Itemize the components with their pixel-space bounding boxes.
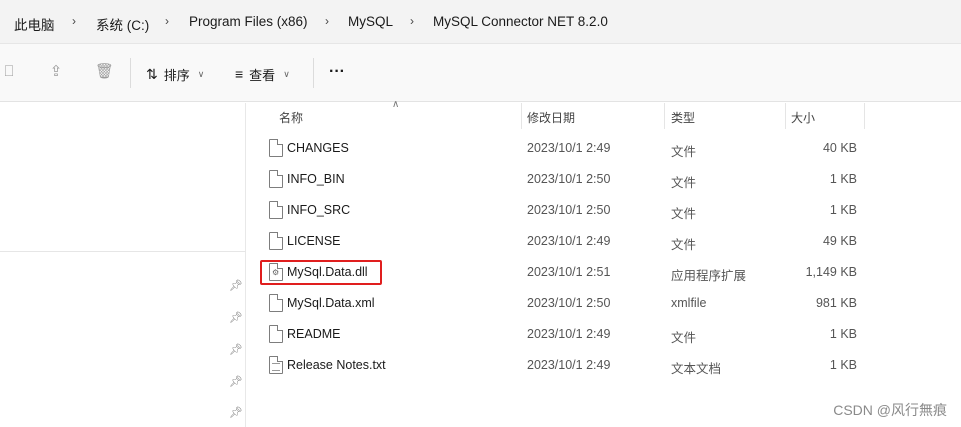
file-size: 1 KB: [829, 203, 857, 217]
pin-icon[interactable]: 📌︎: [229, 279, 243, 293]
sort-button[interactable]: ⇅ 排序 ∨: [146, 64, 204, 84]
file-type: 应用程序扩展: [671, 269, 747, 283]
column-header-name[interactable]: 名称: [279, 109, 303, 126]
file-date: 2023/10/1 2:50: [527, 203, 611, 217]
column-header-date[interactable]: 修改日期: [527, 109, 575, 126]
view-icon: ≡: [235, 66, 244, 82]
command-toolbar: ⎕ ⇪ 🗑︎ ⇅ 排序 ∨ ≡ 查看 ∨ ···: [0, 44, 961, 102]
gear-icon: ⚙: [272, 268, 280, 277]
file-icon: [269, 201, 283, 219]
file-type: 文件: [671, 331, 697, 345]
file-size: 1 KB: [829, 172, 857, 186]
file-row-selected[interactable]: ⚙ MySql.Data.dll 2023/10/1 2:51 应用程序扩展 1…: [247, 257, 961, 288]
file-type: xmlfile: [671, 296, 707, 310]
file-date: 2023/10/1 2:49: [527, 327, 611, 341]
file-date: 2023/10/1 2:49: [527, 234, 611, 248]
nav-divider: [0, 251, 246, 252]
file-row[interactable]: README 2023/10/1 2:49 文件 1 KB: [247, 319, 961, 350]
file-type: 文件: [671, 207, 697, 221]
file-size: 1 KB: [829, 358, 857, 372]
chevron-down-icon: ∨: [283, 68, 290, 79]
address-bar[interactable]: 此电脑 › 系统 (C:) › Program Files (x86) › My…: [0, 0, 961, 44]
file-date: 2023/10/1 2:49: [527, 358, 611, 372]
file-name: MySql.Data.dll: [287, 265, 368, 279]
pin-icon[interactable]: 📌︎: [229, 311, 243, 325]
column-divider[interactable]: [664, 103, 665, 129]
file-name: MySql.Data.xml: [287, 296, 375, 310]
file-type: 文件: [671, 238, 697, 252]
view-label: 查看: [249, 67, 276, 83]
file-row[interactable]: Release Notes.txt 2023/10/1 2:49 文本文档 1 …: [247, 350, 961, 381]
sort-icon: ⇅: [146, 65, 158, 82]
file-row[interactable]: LICENSE 2023/10/1 2:49 文件 49 KB: [247, 226, 961, 257]
toolbar-divider: [313, 58, 314, 88]
breadcrumb-drive-c[interactable]: 系统 (C:): [96, 14, 149, 34]
chevron-right-icon[interactable]: ›: [165, 14, 169, 28]
file-row[interactable]: INFO_BIN 2023/10/1 2:50 文件 1 KB: [247, 164, 961, 195]
sort-label: 排序: [163, 67, 190, 83]
file-row[interactable]: MySql.Data.xml 2023/10/1 2:50 xmlfile 98…: [247, 288, 961, 319]
file-name: README: [287, 327, 341, 341]
file-type: 文件: [671, 176, 697, 190]
file-size: 40 KB: [822, 141, 857, 155]
pin-icon[interactable]: 📌︎: [229, 375, 243, 389]
breadcrumb-connector[interactable]: MySQL Connector NET 8.2.0: [433, 14, 608, 29]
rename-icon[interactable]: ⎕: [0, 63, 18, 81]
file-icon: [269, 294, 283, 312]
file-icon: [269, 232, 283, 250]
breadcrumb-program-files[interactable]: Program Files (x86): [189, 14, 308, 29]
chevron-down-icon: ∨: [197, 68, 205, 79]
file-date: 2023/10/1 2:49: [527, 141, 611, 155]
breadcrumb-mysql[interactable]: MySQL: [348, 14, 393, 29]
file-type: 文件: [671, 145, 697, 159]
toolbar-divider: [130, 58, 131, 88]
sort-ascending-icon: ∧: [392, 99, 400, 110]
text-file-icon: [269, 356, 283, 374]
file-row[interactable]: CHANGES 2023/10/1 2:49 文件 40 KB: [247, 133, 961, 164]
dll-icon: ⚙: [269, 263, 283, 281]
more-options-button[interactable]: ···: [329, 62, 345, 82]
watermark: CSDN @风行無痕: [833, 402, 947, 418]
column-divider[interactable]: [864, 103, 865, 129]
file-name: INFO_BIN: [287, 172, 345, 186]
file-name: Release Notes.txt: [287, 358, 386, 372]
column-header-row: ∧ 名称 修改日期 类型 大小: [247, 99, 961, 129]
pin-icon[interactable]: 📌︎: [229, 406, 243, 420]
column-divider[interactable]: [521, 103, 522, 129]
chevron-right-icon[interactable]: ›: [325, 14, 329, 28]
column-header-type[interactable]: 类型: [671, 109, 695, 126]
file-icon: [269, 325, 283, 343]
file-name: LICENSE: [287, 234, 341, 248]
chevron-right-icon[interactable]: ›: [72, 14, 76, 28]
share-icon[interactable]: ⇪: [47, 63, 65, 81]
file-size: 1,149 KB: [805, 265, 857, 279]
file-size: 1 KB: [829, 327, 857, 341]
file-date: 2023/10/1 2:50: [527, 296, 611, 310]
file-size: 981 KB: [815, 296, 857, 310]
file-date: 2023/10/1 2:50: [527, 172, 611, 186]
file-name: CHANGES: [287, 141, 349, 155]
column-divider[interactable]: [785, 103, 786, 129]
file-type: 文本文档: [671, 362, 722, 376]
file-name: INFO_SRC: [287, 203, 351, 217]
file-date: 2023/10/1 2:51: [527, 265, 611, 279]
file-row[interactable]: INFO_SRC 2023/10/1 2:50 文件 1 KB: [247, 195, 961, 226]
file-size: 49 KB: [822, 234, 857, 248]
pin-icon[interactable]: 📌︎: [229, 343, 243, 357]
file-icon: [269, 139, 283, 157]
file-icon: [269, 170, 283, 188]
view-button[interactable]: ≡ 查看 ∨: [235, 64, 290, 84]
navigation-pane: 📌︎ 📌︎ 📌︎ 📌︎ 📌︎: [0, 103, 246, 427]
column-header-size[interactable]: 大小: [791, 109, 815, 126]
delete-icon[interactable]: 🗑︎: [95, 63, 114, 81]
breadcrumb-this-pc[interactable]: 此电脑: [14, 14, 55, 34]
chevron-right-icon[interactable]: ›: [410, 14, 414, 28]
